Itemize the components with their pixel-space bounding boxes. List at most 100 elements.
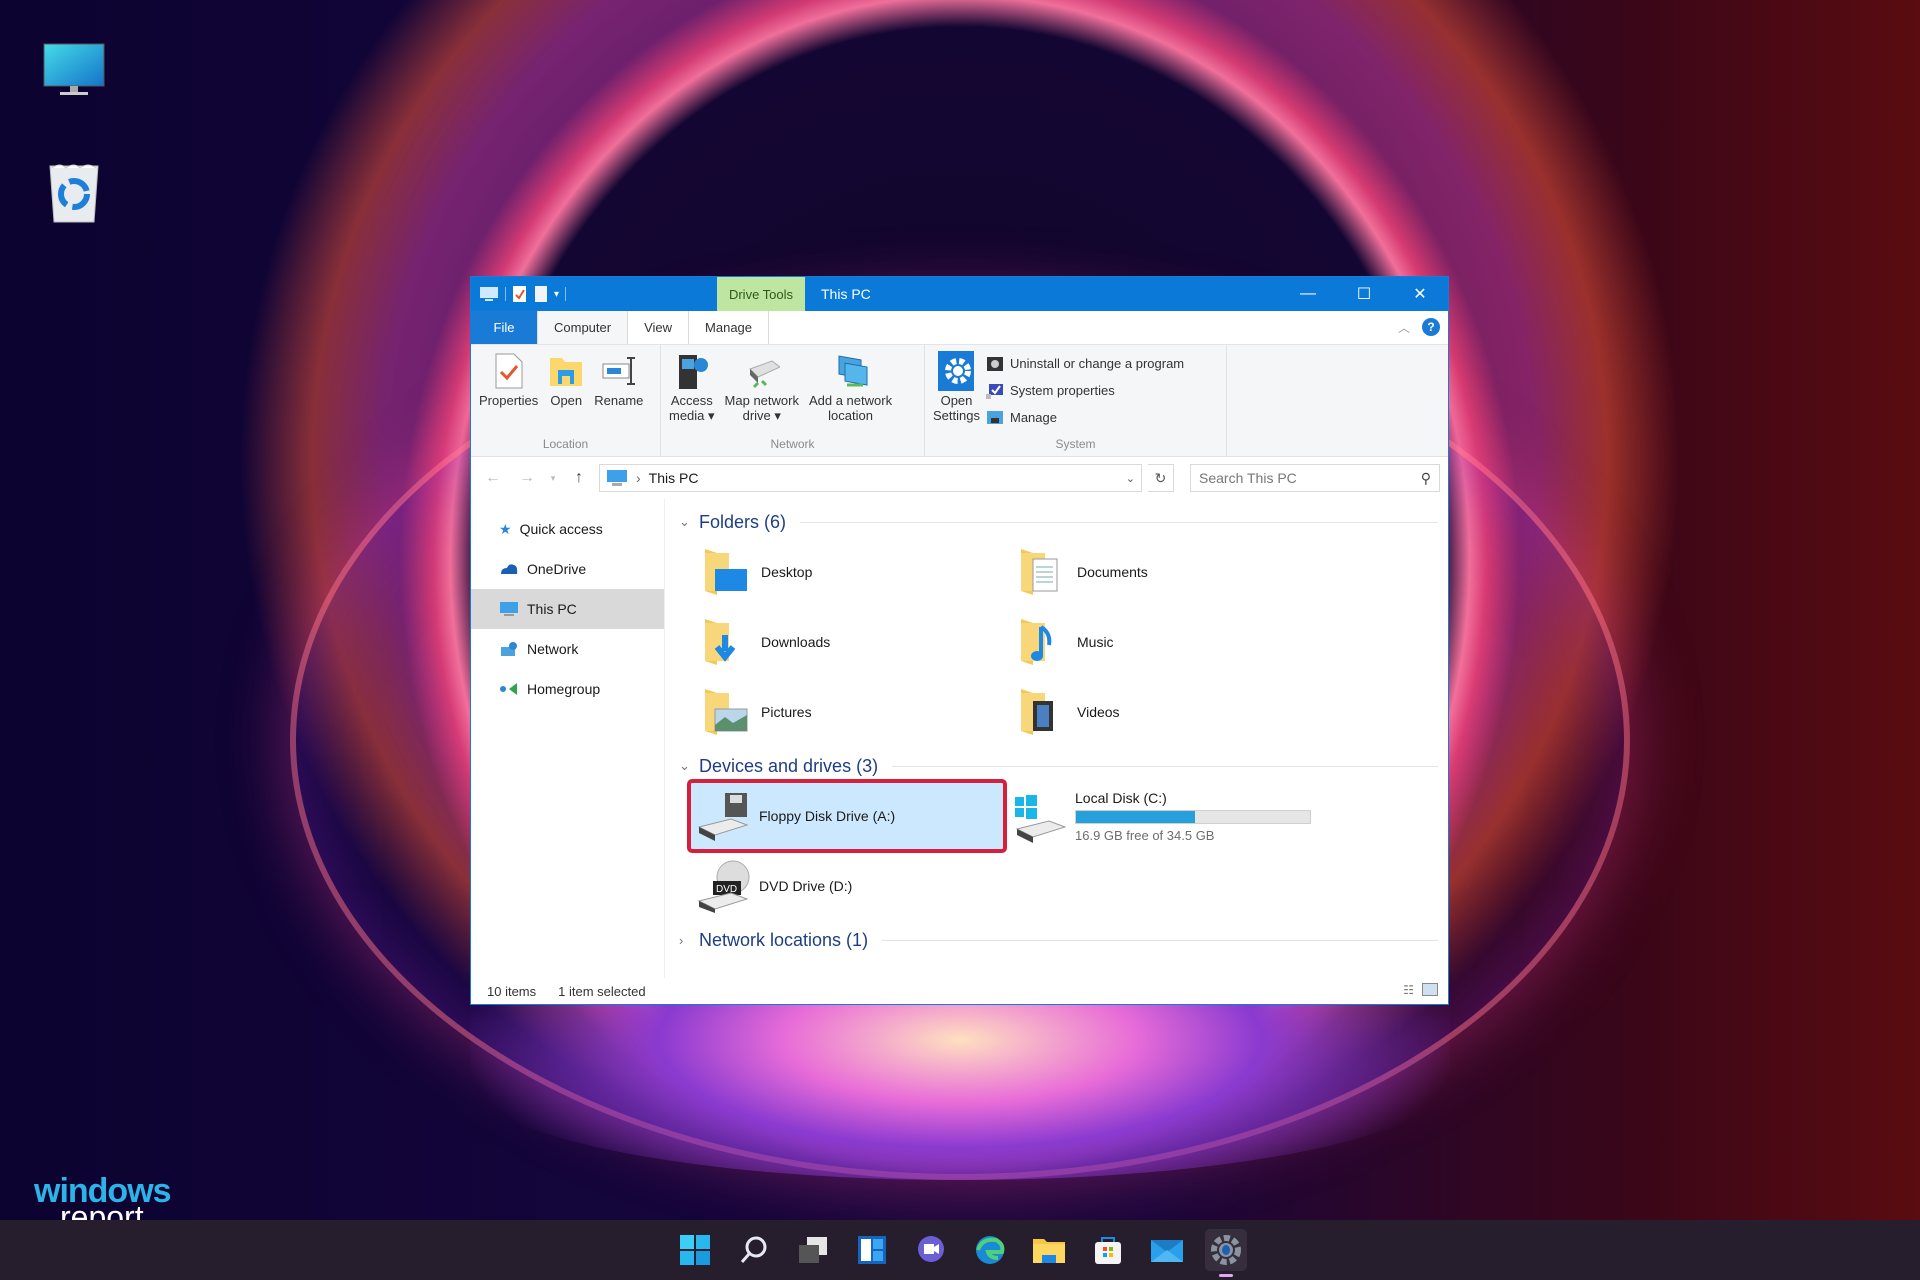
help-icon[interactable]: ? — [1422, 318, 1440, 336]
title-bar[interactable]: ▾ Drive Tools This PC — ☐ ✕ — [471, 277, 1448, 311]
section-devices-header[interactable]: ⌄ Devices and drives (3) — [679, 751, 1438, 781]
recent-locations-dropdown[interactable]: ▾ — [547, 473, 559, 484]
nav-label: This PC — [527, 601, 577, 617]
map-network-drive-button[interactable]: Map network drive ▾ — [721, 349, 803, 434]
add-network-location-button[interactable]: Add a network location — [805, 349, 896, 434]
desktop-icon-this-pc[interactable] — [40, 40, 110, 110]
nav-item-onedrive[interactable]: OneDrive — [471, 549, 664, 589]
group-label-location: Location — [542, 437, 589, 451]
refresh-icon: ↻ — [1154, 469, 1167, 486]
videos-folder-icon — [1021, 689, 1053, 735]
ribbon-group-network: Access media ▾ Map network drive ▾ Add a… — [661, 345, 925, 456]
folder-documents[interactable]: Documents — [1005, 537, 1321, 607]
taskbar-search[interactable] — [733, 1229, 775, 1271]
rename-label: Rename — [594, 393, 644, 408]
rename-icon — [602, 357, 635, 385]
uninstall-program-button[interactable]: Uninstall or change a program — [986, 353, 1184, 374]
search-box[interactable]: ⚲ — [1190, 464, 1440, 492]
section-divider — [882, 939, 1438, 941]
cloud-icon — [501, 564, 518, 574]
close-button[interactable]: ✕ — [1392, 277, 1448, 311]
tab-file[interactable]: File — [471, 311, 537, 344]
maximize-button[interactable]: ☐ — [1336, 277, 1392, 311]
folder-desktop[interactable]: Desktop — [689, 537, 1005, 607]
open-settings-button[interactable]: Open Settings — [929, 349, 984, 434]
drive-floppy-a[interactable]: Floppy Disk Drive (A:) — [687, 779, 1007, 853]
star-icon: ★ — [499, 520, 512, 537]
nav-item-network[interactable]: Network — [471, 629, 664, 669]
access-media-button[interactable]: Access media ▾ — [665, 349, 719, 434]
folder-videos[interactable]: Videos — [1005, 677, 1321, 747]
open-button[interactable]: Open — [544, 349, 588, 434]
up-button[interactable]: ↑ — [565, 469, 593, 487]
properties-label: Properties — [479, 393, 539, 408]
properties-quick-icon[interactable] — [512, 285, 528, 303]
section-divider — [892, 765, 1438, 767]
system-properties-icon — [985, 383, 1003, 399]
minimize-icon: — — [1300, 285, 1316, 302]
collapse-ribbon-icon[interactable]: ︿ — [1398, 319, 1410, 336]
taskbar-settings[interactable] — [1204, 1229, 1247, 1277]
tab-manage[interactable]: Manage — [688, 311, 770, 344]
taskbar-edge[interactable] — [969, 1229, 1011, 1271]
add-network-location-label-2: location — [828, 408, 873, 423]
tab-view[interactable]: View — [628, 311, 688, 344]
drive-local-c[interactable]: Local Disk (C:) 16.9 GB free of 34.5 GB — [1005, 781, 1321, 851]
nav-item-this-pc[interactable]: This PC — [471, 589, 664, 629]
system-properties-button[interactable]: System properties — [985, 380, 1184, 401]
folder-label: Desktop — [761, 564, 813, 580]
chat-icon — [917, 1236, 944, 1262]
minimize-button[interactable]: — — [1280, 277, 1336, 311]
settings-icon — [1210, 1235, 1241, 1265]
chevron-right-icon: › — [679, 932, 684, 948]
folder-label: Documents — [1077, 564, 1148, 580]
taskbar-widgets[interactable] — [851, 1229, 893, 1271]
search-icon: ⚲ — [1420, 469, 1431, 486]
back-button[interactable]: ← — [479, 469, 507, 487]
new-folder-quick-icon[interactable] — [534, 285, 548, 303]
folder-downloads[interactable]: Downloads — [689, 607, 1005, 677]
taskbar-file-explorer[interactable] — [1028, 1229, 1070, 1271]
search-input[interactable] — [1199, 470, 1421, 486]
refresh-button[interactable]: ↻ — [1148, 464, 1174, 492]
section-title: Devices and drives (3) — [699, 755, 879, 776]
section-network-locations-header[interactable]: › Network locations (1) — [679, 925, 1438, 955]
folder-music[interactable]: Music — [1005, 607, 1321, 677]
open-folder-icon — [550, 358, 583, 386]
taskbar-start[interactable] — [674, 1229, 716, 1271]
drive-dvd-d[interactable]: DVD DVD Drive (D:) — [689, 851, 1005, 921]
homegroup-icon — [500, 683, 517, 695]
properties-button[interactable]: Properties — [475, 349, 542, 434]
details-view-icon[interactable]: ☷ — [1403, 983, 1414, 997]
breadcrumb-this-pc[interactable]: This PC — [649, 470, 1118, 486]
section-title: Network locations (1) — [699, 929, 869, 950]
section-folders-header[interactable]: ⌄ Folders (6) — [679, 507, 1438, 537]
pictures-folder-icon — [705, 689, 748, 735]
nav-label: Quick access — [519, 521, 603, 537]
map-network-drive-label-2: drive ▾ — [742, 408, 781, 423]
address-history-dropdown[interactable]: ⌄ — [1126, 472, 1135, 485]
taskbar-store[interactable] — [1087, 1229, 1129, 1271]
access-media-label-1: Access — [670, 393, 713, 408]
mail-icon — [1150, 1240, 1183, 1262]
folder-pictures[interactable]: Pictures — [689, 677, 1005, 747]
address-bar[interactable]: › This PC ⌄ — [599, 464, 1142, 492]
file-explorer-icon — [1032, 1239, 1065, 1263]
nav-item-homegroup[interactable]: Homegroup — [471, 669, 664, 709]
file-explorer-window: ▾ Drive Tools This PC — ☐ ✕ File Compute… — [470, 276, 1449, 1005]
recycle-bin-icon — [49, 164, 99, 223]
nav-item-quick-access[interactable]: ★ Quick access — [471, 509, 664, 549]
rename-button[interactable]: Rename — [590, 349, 647, 434]
forward-button[interactable]: → — [513, 469, 541, 487]
folder-label: Videos — [1077, 704, 1120, 720]
desktop-icon-recycle-bin[interactable] — [40, 160, 110, 230]
disk-free-text: 16.9 GB free of 34.5 GB — [1075, 827, 1215, 843]
tab-computer[interactable]: Computer — [537, 311, 629, 344]
large-icons-view-icon[interactable] — [1422, 983, 1438, 996]
qat-dropdown-icon[interactable]: ▾ — [554, 289, 559, 300]
manage-button[interactable]: Manage — [986, 407, 1184, 428]
taskbar-chat[interactable] — [910, 1229, 952, 1271]
taskbar-mail[interactable] — [1146, 1229, 1188, 1271]
drive-label: DVD Drive (D:) — [759, 878, 853, 894]
taskbar-task-view[interactable] — [792, 1229, 834, 1271]
